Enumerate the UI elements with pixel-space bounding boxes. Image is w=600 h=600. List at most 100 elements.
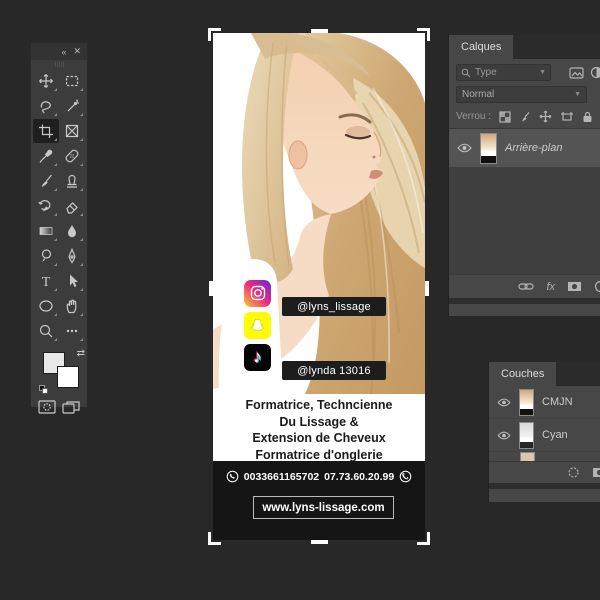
history-brush-icon <box>38 198 54 214</box>
crop-handle-bottom[interactable] <box>311 540 328 544</box>
edit-toolbar-button[interactable] <box>59 319 85 343</box>
crop-handle-bottom-right[interactable] <box>417 532 430 545</box>
channel-thumbnail[interactable] <box>519 389 534 416</box>
type-tool[interactable]: T <box>33 269 59 293</box>
visibility-eye-icon[interactable] <box>497 431 511 440</box>
instagram-handle: @lyns_lissage <box>282 297 386 316</box>
clone-stamp-tool[interactable] <box>59 169 85 193</box>
tab-couches[interactable]: Couches <box>489 362 556 386</box>
channel-row-cmjn[interactable]: CMJN <box>489 386 600 419</box>
close-panel-icon[interactable]: ✕ <box>73 46 81 57</box>
whatsapp-icon <box>226 470 239 483</box>
quick-mask-icon <box>38 400 56 414</box>
snapchat-handle: @lynda 13016 <box>282 361 386 380</box>
crop-handle-top-right[interactable] <box>417 28 430 41</box>
zoom-tool[interactable] <box>33 319 59 343</box>
eyedropper-tool[interactable] <box>33 144 59 168</box>
move-tool[interactable] <box>33 69 59 93</box>
pen-icon <box>64 248 80 264</box>
website-url: www.lyns-lissage.com <box>262 502 384 514</box>
frame-tool[interactable] <box>59 119 85 143</box>
cursor-arrow-icon <box>64 273 80 289</box>
lasso-tool[interactable] <box>33 94 59 118</box>
tab-calques[interactable]: Calques <box>449 35 513 59</box>
crop-handle-top[interactable] <box>311 29 328 33</box>
lock-artboard-icon[interactable] <box>560 111 574 123</box>
channel-name: Cyan <box>542 429 568 441</box>
flyer-artwork: @lyns_lissage @lynda 13016 ♪ @lynda 1301… <box>213 33 425 540</box>
quick-mask-button[interactable] <box>38 400 56 414</box>
type-icon: T <box>38 273 54 289</box>
gradient-tool[interactable] <box>33 219 59 243</box>
svg-text:T: T <box>42 275 51 289</box>
ellipse-tool[interactable] <box>33 294 59 318</box>
crop-handle-left[interactable] <box>209 281 213 296</box>
path-selection-tool[interactable] <box>59 269 85 293</box>
save-selection-mask-icon[interactable] <box>592 467 600 478</box>
brush-tool[interactable] <box>33 169 59 193</box>
default-colors-icon[interactable] <box>39 385 48 394</box>
layers-tabbar: Calques <box>449 35 600 59</box>
channels-panel: Couches CMJN Cyan <box>488 362 600 502</box>
rectangular-marquee-tool[interactable] <box>59 69 85 93</box>
crop-tool[interactable] <box>33 119 59 143</box>
filter-pixel-layers-icon[interactable] <box>569 67 584 79</box>
channel-name: CMJN <box>542 396 573 408</box>
layer-row-arriere-plan[interactable]: Arrière-plan <box>449 129 600 167</box>
flyer-title: Formatrice, Techncienne Du Lissage & Ext… <box>213 394 425 461</box>
snapchat-icon <box>244 312 271 339</box>
channel-thumbnail[interactable] <box>519 422 534 449</box>
move-icon <box>38 73 54 89</box>
filter-adjustment-layers-icon[interactable] <box>590 66 600 79</box>
add-layer-mask-icon[interactable] <box>567 281 582 292</box>
layer-thumbnail[interactable] <box>480 133 497 164</box>
screen-mode-button[interactable] <box>62 400 80 414</box>
document-canvas[interactable]: @lyns_lissage @lynda 13016 ♪ @lynda 1301… <box>213 33 425 540</box>
blend-mode-select[interactable]: Normal ▼ <box>456 86 587 103</box>
mobile-number: 07.73.60.20.99 <box>324 471 394 483</box>
channel-row-cyan[interactable]: Cyan <box>489 419 600 452</box>
eraser-tool[interactable] <box>59 194 85 218</box>
hand-tool[interactable] <box>59 294 85 318</box>
new-adjustment-layer-icon[interactable] <box>594 280 600 293</box>
eyedropper-icon <box>38 148 54 164</box>
lock-transparency-icon[interactable] <box>499 111 511 123</box>
pen-tool[interactable] <box>59 244 85 268</box>
crop-handle-top-left[interactable] <box>208 28 221 41</box>
healing-brush-tool[interactable] <box>59 144 85 168</box>
collapse-panel-icon[interactable]: « <box>61 47 66 57</box>
screen-mode-icon <box>62 400 80 414</box>
photoshop-workspace: { "window": { "background": "#282828" },… <box>0 0 600 600</box>
lock-position-icon[interactable] <box>539 110 552 123</box>
chevron-down-icon: ▼ <box>574 91 581 98</box>
lock-label: Verrou : <box>456 111 491 122</box>
layer-style-fx-button[interactable]: fx <box>546 281 555 293</box>
quick-selection-tool[interactable] <box>59 94 85 118</box>
phone-icon <box>399 470 412 483</box>
crop-handle-right[interactable] <box>425 281 429 296</box>
background-color-swatch[interactable] <box>57 366 79 388</box>
history-brush-tool[interactable] <box>33 194 59 218</box>
swap-colors-icon[interactable]: ⇄ <box>77 348 85 359</box>
hand-icon <box>64 298 80 314</box>
blur-tool[interactable] <box>59 219 85 243</box>
lock-all-icon[interactable] <box>582 111 593 123</box>
crop-handle-bottom-left[interactable] <box>208 532 221 545</box>
flyer-footer: 0033661165702 07.73.60.20.99 www.lyns-li… <box>213 461 425 540</box>
website-box: www.lyns-lissage.com <box>253 496 394 519</box>
link-layers-icon[interactable] <box>518 282 534 291</box>
palette-grip[interactable] <box>31 60 87 68</box>
dodge-tool[interactable] <box>33 244 59 268</box>
whatsapp-number: 0033661165702 <box>244 471 319 483</box>
crop-icon <box>38 123 54 139</box>
title-line: Extension de Cheveux <box>213 430 425 447</box>
layer-filter-input[interactable]: Type ▼ <box>456 64 551 81</box>
visibility-eye-icon[interactable] <box>497 398 511 407</box>
eraser-icon <box>64 198 80 214</box>
visibility-eye-icon[interactable] <box>457 143 472 153</box>
lock-pixels-icon[interactable] <box>519 111 531 123</box>
layer-name: Arrière-plan <box>505 142 562 154</box>
layers-panel-footer: fx <box>449 274 600 298</box>
channels-tabbar: Couches <box>489 362 600 386</box>
load-selection-icon[interactable] <box>567 466 580 479</box>
